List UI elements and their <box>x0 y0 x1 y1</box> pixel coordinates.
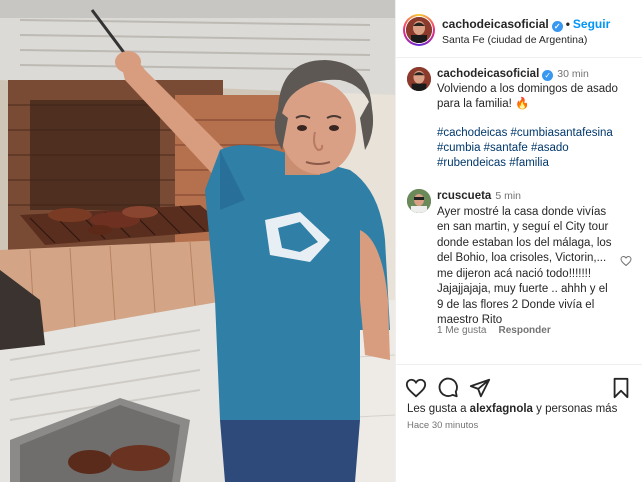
header-username-row: cachodeicasoficial ✓ • Seguir <box>442 17 610 32</box>
comment-heart-icon[interactable] <box>620 255 632 267</box>
post-sidebar: cachodeicasoficial ✓ • Seguir Santa Fe (ciu… <box>395 0 642 482</box>
caption-hashtags[interactable]: #cachodeicas #cumbiasantafesina #cumbia … <box>437 126 632 171</box>
post-header: cachodeicasoficial ✓ • Seguir Santa Fe (ciu… <box>395 0 642 58</box>
avatar-face-icon <box>407 67 431 91</box>
post-photo[interactable] <box>0 0 395 482</box>
comment-text: Ayer mostré la casa donde vivías en san … <box>437 205 612 327</box>
caption-username[interactable]: cachodeicasoficial <box>437 68 539 80</box>
heart-icon[interactable] <box>405 377 427 399</box>
share-icon[interactable] <box>469 377 491 399</box>
separator-dot: • <box>565 17 570 31</box>
avatar-face-icon <box>407 189 431 213</box>
verified-badge-icon: ✓ <box>542 70 554 81</box>
verified-badge-icon: ✓ <box>551 21 563 32</box>
caption-author-avatar[interactable] <box>407 67 431 91</box>
author-avatar[interactable] <box>403 14 435 46</box>
comment-likes[interactable]: 1 Me gusta <box>437 325 486 336</box>
bookmark-icon[interactable] <box>610 377 632 399</box>
likes-suffix: y personas más <box>536 403 618 415</box>
post-location[interactable]: Santa Fe (ciudad de Argentina) <box>442 34 587 46</box>
reply-button[interactable]: Responder <box>498 325 550 336</box>
caption-time: 30 min <box>557 68 589 80</box>
likes-user[interactable]: alexfagnola <box>470 403 533 415</box>
commenter-avatar[interactable] <box>407 189 431 213</box>
comment-body: rcuscueta 5 min Ayer mostré la casa donde… <box>437 189 617 329</box>
author-username[interactable]: cachodeicasoficial <box>442 17 549 31</box>
likes-prefix: Les gusta a <box>407 403 467 415</box>
comment-time: 5 min <box>495 190 522 202</box>
commenter-username[interactable]: rcuscueta <box>437 190 491 202</box>
asado-photo-illustration <box>0 0 395 482</box>
caption-text: Volviendo a los domingos de asado para l… <box>437 83 618 110</box>
likes-summary[interactable]: Les gusta a alexfagnola y personas más <box>407 403 617 415</box>
avatar-face-icon <box>406 17 432 43</box>
comment-meta: 1 Me gusta Responder <box>437 325 563 336</box>
comment-icon[interactable] <box>437 377 459 399</box>
post-timestamp: Hace 30 minutos <box>407 420 479 431</box>
post-actions: Les gusta a alexfagnola y personas más H… <box>395 364 642 482</box>
caption-text-block: cachodeicasoficial ✓ 30 min Volviendo a lo… <box>437 67 632 171</box>
follow-button[interactable]: Seguir <box>573 17 610 31</box>
